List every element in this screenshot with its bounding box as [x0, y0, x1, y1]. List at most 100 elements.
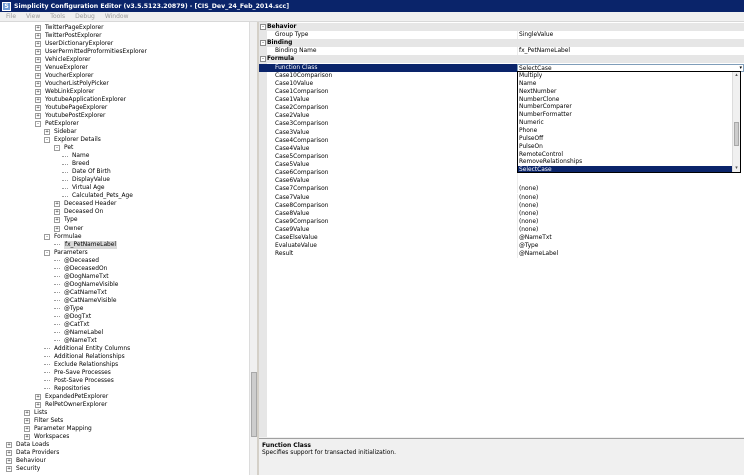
expand-icon[interactable]: + — [35, 113, 41, 120]
menu-tools[interactable]: Tools — [45, 13, 70, 20]
expand-icon[interactable]: + — [35, 105, 41, 112]
dropdown-option[interactable]: Multiply — [518, 72, 732, 80]
tree-node[interactable]: + YoutubePageExplorer — [35, 104, 107, 112]
tree-node[interactable]: @DogNameVisible — [54, 281, 118, 289]
property-value[interactable]: @NameLabel — [517, 250, 744, 259]
tree-node[interactable]: Date Of Birth — [62, 168, 111, 176]
configuration-tree[interactable]: + TwitterPageExplorer + TwitterPostExplorer… — [0, 22, 257, 475]
property-value[interactable]: (none) — [517, 193, 744, 202]
grid-property-row[interactable]: Case8Value (none) — [259, 209, 744, 218]
tree-node[interactable]: - Explorer Details — [44, 136, 101, 144]
collapse-icon[interactable]: - — [44, 249, 50, 256]
tree-node[interactable]: fx_PetNameLabel — [54, 240, 118, 249]
collapse-icon[interactable]: - — [260, 56, 266, 63]
tree-node[interactable]: @DeceasedOn — [54, 265, 107, 273]
dropdown-option[interactable]: Name — [518, 80, 732, 88]
expand-icon[interactable]: + — [24, 426, 30, 432]
tree-node[interactable]: @NameLabel — [54, 329, 103, 337]
expand-icon[interactable]: + — [54, 225, 60, 232]
scroll-up-icon[interactable]: ▴ — [733, 72, 740, 79]
grid-section-header[interactable]: - Behavior — [259, 23, 744, 31]
tree-node[interactable]: + Behaviour — [6, 457, 46, 465]
tree-node[interactable]: @DogTxt — [54, 313, 91, 321]
tree-node[interactable]: Additional Relationships — [44, 353, 125, 361]
tree-node[interactable]: + Security — [6, 465, 40, 473]
tree-node[interactable]: + VenueExplorer — [35, 64, 88, 72]
expand-icon[interactable]: + — [35, 25, 41, 31]
tree-node[interactable]: + Lists — [24, 409, 47, 417]
expand-icon[interactable]: + — [44, 129, 50, 136]
collapse-icon[interactable]: - — [260, 40, 266, 47]
dropdown-option[interactable]: RemoteControl — [518, 151, 732, 159]
tree-node[interactable]: @CatNameVisible — [54, 297, 117, 305]
tree-node[interactable]: + YoutubePostExplorer — [35, 112, 105, 120]
expand-icon[interactable]: + — [54, 201, 60, 208]
tree-node[interactable]: - Pet — [54, 144, 73, 152]
tree-node[interactable]: @Type — [54, 305, 83, 313]
tree-node[interactable]: + RelPetOwnerExplorer — [35, 401, 107, 409]
menu-file[interactable]: File — [1, 13, 21, 20]
grid-property-row[interactable]: Binding Name fx_PetNameLabel — [259, 47, 744, 56]
grid-property-row[interactable]: Case7Comparison (none) — [259, 185, 744, 194]
tree-node[interactable]: + TwitterPageExplorer — [35, 24, 104, 32]
grid-section-header[interactable]: - Formula — [259, 55, 744, 64]
tree-node[interactable]: DisplayValue — [62, 176, 110, 184]
dropdown-option[interactable]: NumberComparer — [518, 103, 732, 111]
property-value[interactable]: (none) — [517, 226, 744, 234]
tree-node[interactable]: Exclude Relationships — [44, 361, 118, 369]
tree-node[interactable]: @CatTxt — [54, 321, 89, 329]
expand-icon[interactable]: + — [6, 450, 12, 457]
grid-property-row[interactable]: Case8Comparison (none) — [259, 201, 744, 210]
dropdown-option[interactable]: SelectCase — [518, 166, 732, 172]
tree-node[interactable]: Breed — [62, 160, 89, 168]
expand-icon[interactable]: + — [35, 41, 41, 48]
expand-icon[interactable]: + — [35, 401, 41, 408]
tree-node[interactable]: Additional Entity Columns — [44, 345, 130, 353]
property-value[interactable] — [517, 177, 744, 186]
expand-icon[interactable]: + — [54, 209, 60, 216]
tree-scrollbar[interactable] — [249, 22, 257, 475]
dropdown-option[interactable]: Numeric — [518, 119, 732, 127]
tree-node[interactable]: @CatNameTxt — [54, 289, 107, 297]
tree-node[interactable]: + Filter Sets — [24, 417, 63, 425]
tree-node[interactable]: - Parameters — [44, 249, 88, 257]
tree-node[interactable]: Name — [62, 152, 89, 160]
tree-node[interactable]: @Deceased — [54, 257, 99, 265]
tree-node[interactable]: Post-Save Processes — [44, 377, 114, 385]
tree-node[interactable]: + Type — [54, 216, 78, 224]
property-value[interactable]: (none) — [517, 201, 744, 210]
menu-view[interactable]: View — [21, 13, 45, 20]
grid-section-header[interactable]: - Binding — [259, 39, 744, 48]
dropdown-option[interactable]: Phone — [518, 127, 732, 135]
tree-node[interactable]: + ExpandedPetExplorer — [35, 393, 108, 401]
collapse-icon[interactable]: - — [44, 233, 50, 240]
expand-icon[interactable]: + — [35, 49, 41, 56]
expand-icon[interactable]: + — [35, 57, 41, 64]
tree-node[interactable]: + Sidebar — [44, 128, 77, 136]
expand-icon[interactable]: + — [24, 417, 30, 424]
tree-node[interactable]: @NameTxt — [54, 337, 97, 345]
tree-node[interactable]: - Formulae — [44, 233, 81, 241]
property-value[interactable]: @NameTxt — [517, 234, 744, 243]
tree-node[interactable]: + Data Loads — [6, 441, 49, 449]
expand-icon[interactable]: + — [54, 217, 60, 224]
collapse-icon[interactable]: - — [44, 137, 50, 144]
tree-node[interactable]: + WebLinkExplorer — [35, 88, 94, 96]
tree-node[interactable]: - PetExplorer — [35, 120, 79, 128]
tree-node[interactable]: + Parameter Mapping — [24, 425, 92, 433]
tree-node[interactable]: + Owner — [54, 225, 83, 233]
tree-node[interactable]: + UserPermittedProformitiesExplorer — [35, 48, 147, 56]
expand-icon[interactable]: + — [6, 458, 12, 465]
tree-node[interactable]: + UserDictionaryExplorer — [35, 40, 113, 48]
expand-icon[interactable]: + — [35, 81, 41, 88]
expand-icon[interactable]: + — [24, 434, 30, 441]
tree-node[interactable]: + VoucherExplorer — [35, 72, 93, 80]
function-class-dropdown-list[interactable]: ▴ ▾ Multiply Name NextNumber NumberClone Num… — [517, 71, 741, 173]
property-value[interactable]: (none) — [517, 185, 744, 194]
grid-property-row[interactable]: CaseElseValue @NameTxt — [259, 234, 744, 243]
tree-node[interactable]: + VehicleExplorer — [35, 56, 91, 64]
expand-icon[interactable]: + — [35, 393, 41, 400]
expand-icon[interactable]: + — [35, 97, 41, 104]
collapse-icon[interactable]: - — [35, 121, 41, 128]
dropdown-option[interactable]: NextNumber — [518, 88, 732, 96]
